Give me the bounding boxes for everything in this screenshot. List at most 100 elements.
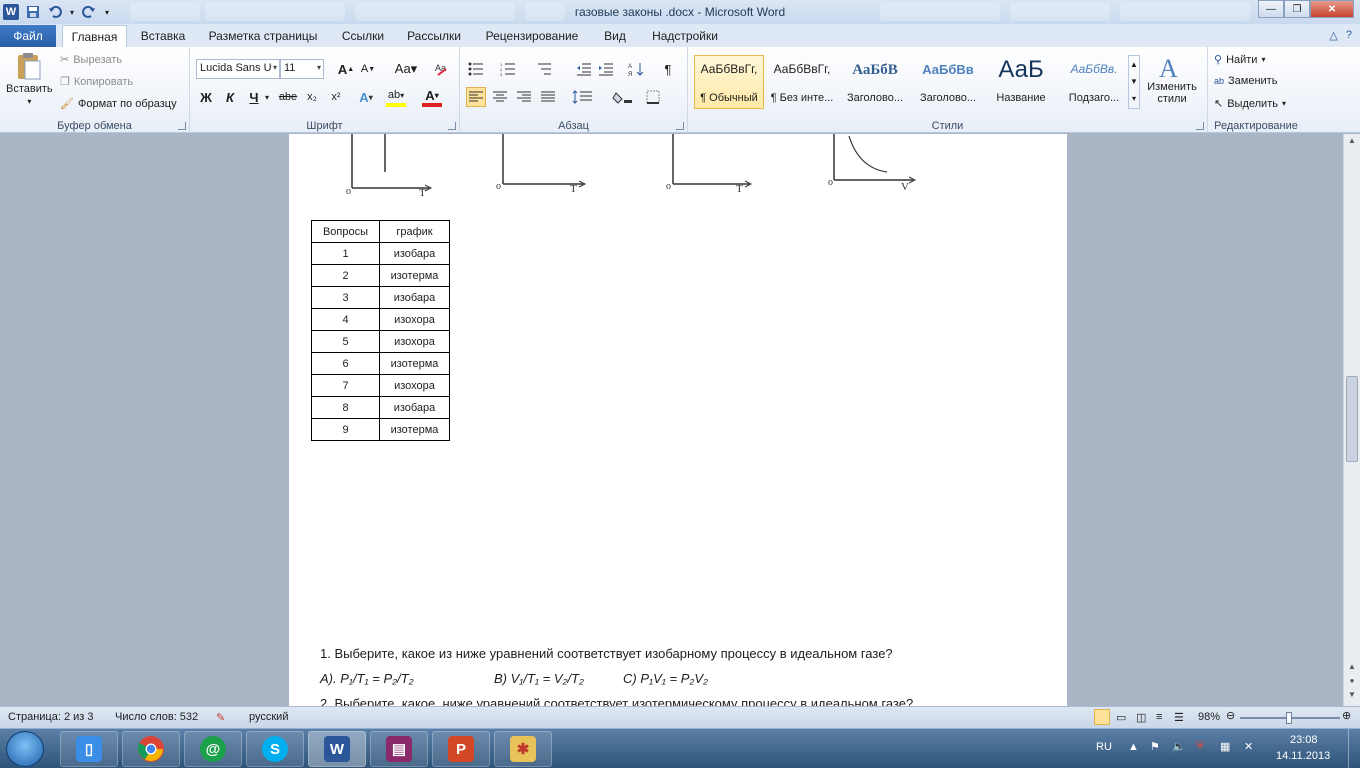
vertical-scrollbar[interactable]: ▲ ▲ ● ▼ <box>1343 134 1360 706</box>
taskbar-mail-agent[interactable]: @ <box>184 731 242 767</box>
table-cell[interactable]: 2 <box>311 264 380 287</box>
italic-button[interactable]: К <box>220 87 240 107</box>
style-heading-1[interactable]: АаБбВ Заголово... <box>840 55 910 109</box>
maximize-button[interactable]: ❐ <box>1284 0 1310 18</box>
scroll-down-icon[interactable]: ▼ <box>1344 690 1360 704</box>
taskbar-paint[interactable]: ✱ <box>494 731 552 767</box>
full-screen-reading-icon[interactable]: ▭ <box>1116 711 1126 724</box>
minimize-button[interactable]: — <box>1258 0 1284 18</box>
font-color-button[interactable]: A ▾ <box>422 87 442 107</box>
increase-indent-icon[interactable] <box>596 59 616 79</box>
table-cell[interactable]: 9 <box>311 418 380 441</box>
scroll-up-page-icon[interactable]: ▲ <box>1344 662 1360 676</box>
replace-button[interactable]: ab Заменить <box>1214 75 1277 87</box>
print-layout-view-icon[interactable] <box>1094 709 1110 725</box>
show-hidden-icons[interactable]: ▲ <box>1128 741 1139 753</box>
change-styles-button[interactable]: A Изменить стили <box>1144 53 1200 105</box>
shrink-font-button[interactable]: A ▼ <box>358 59 378 79</box>
start-button[interactable] <box>6 731 44 767</box>
font-launcher-icon[interactable] <box>448 122 456 130</box>
document-page[interactable]: o T o T o T o V Вопросы график 1 изобара… <box>289 134 1067 706</box>
taskbar-chrome[interactable] <box>122 731 180 767</box>
table-cell[interactable]: изобара <box>379 286 450 309</box>
web-layout-icon[interactable]: ◫ <box>1136 711 1146 724</box>
table-cell[interactable]: изохора <box>379 330 450 353</box>
help-icon[interactable]: ? <box>1346 29 1352 42</box>
zoom-level[interactable]: 98% <box>1198 711 1220 723</box>
action-center-icon[interactable]: ⚑ <box>1150 740 1160 753</box>
volume-icon[interactable]: 🔈 <box>1172 740 1186 753</box>
scrollbar-thumb[interactable] <box>1346 376 1358 462</box>
underline-button[interactable]: Ч <box>244 87 264 107</box>
table-cell[interactable]: 8 <box>311 396 380 419</box>
style-no-spacing[interactable]: АаБбВвГг, ¶ Без инте... <box>767 55 837 109</box>
minimize-ribbon-icon[interactable]: △ <box>1329 29 1337 42</box>
cut-button[interactable]: ✂ Вырезать <box>60 53 122 67</box>
table-cell[interactable]: изобара <box>379 396 450 419</box>
tab-insert[interactable]: Вставка <box>132 25 194 47</box>
table-cell[interactable]: 4 <box>311 308 380 331</box>
tab-mailings[interactable]: Рассылки <box>398 25 470 47</box>
justify-icon[interactable] <box>538 87 558 107</box>
close-button[interactable]: ✕ <box>1310 0 1354 18</box>
tab-review[interactable]: Рецензирование <box>476 25 588 47</box>
tab-references[interactable]: Ссылки <box>334 25 392 47</box>
network-disconnected-icon[interactable]: ✕ <box>1244 740 1253 753</box>
select-browse-object-icon[interactable]: ● <box>1344 676 1360 690</box>
style-normal[interactable]: АаБбВвГг, ¶ Обычный <box>694 55 764 109</box>
input-language[interactable]: RU <box>1096 741 1112 753</box>
line-spacing-icon[interactable] <box>570 87 596 107</box>
clear-formatting-icon[interactable]: Aa <box>432 59 452 79</box>
taskbar-winrar[interactable]: ▤ <box>370 731 428 767</box>
paragraph-launcher-icon[interactable] <box>676 122 684 130</box>
sort-icon[interactable]: AЯ <box>626 59 646 79</box>
tab-addins[interactable]: Надстройки <box>642 25 728 47</box>
table-cell[interactable]: изотерма <box>379 352 450 375</box>
text-effects-button[interactable]: A ▾ <box>356 87 376 107</box>
font-name-combo[interactable]: Lucida Sans U ▾ <box>196 59 280 79</box>
find-button[interactable]: ⚲ Найти ▾ <box>1214 53 1265 67</box>
taskbar-powerpoint[interactable]: P <box>432 731 490 767</box>
table-cell[interactable]: изотерма <box>379 264 450 287</box>
table-cell[interactable]: изотерма <box>379 418 450 441</box>
superscript-button[interactable]: x² <box>326 87 346 107</box>
paste-button[interactable]: Вставить ▾ <box>6 51 53 106</box>
clock-date[interactable]: 14.11.2013 <box>1276 750 1330 762</box>
select-button[interactable]: ↖ Выделить ▾ <box>1214 97 1286 111</box>
table-cell[interactable]: 7 <box>311 374 380 397</box>
table-cell[interactable]: 5 <box>311 330 380 353</box>
style-subtitle[interactable]: АаБбВв. Подзаго... <box>1059 55 1129 109</box>
table-cell[interactable]: 1 <box>311 242 380 265</box>
strikethrough-button[interactable]: abe <box>278 87 298 107</box>
subscript-button[interactable]: x₂ <box>302 87 322 107</box>
table-cell[interactable]: изобара <box>379 242 450 265</box>
table-header-cell[interactable]: график <box>379 220 450 243</box>
tab-view[interactable]: Вид <box>594 25 636 47</box>
taskbar-explorer[interactable]: ▯ <box>60 731 118 767</box>
align-right-icon[interactable] <box>514 87 534 107</box>
clipboard-launcher-icon[interactable] <box>178 122 186 130</box>
styles-launcher-icon[interactable] <box>1196 122 1204 130</box>
antivirus-icon[interactable]: ⛨ <box>1196 740 1204 753</box>
table-cell[interactable]: изохора <box>379 308 450 331</box>
show-desktop-button[interactable] <box>1348 729 1360 768</box>
word-count[interactable]: Число слов: 532 <box>115 711 198 723</box>
table-header-cell[interactable]: Вопросы <box>311 220 380 243</box>
decrease-indent-icon[interactable] <box>574 59 594 79</box>
taskbar-skype[interactable]: S <box>246 731 304 767</box>
align-center-icon[interactable] <box>490 87 510 107</box>
multilevel-list-icon[interactable] <box>534 59 554 79</box>
zoom-in-icon[interactable]: ⊕ <box>1342 709 1351 722</box>
taskbar-word[interactable]: W <box>308 731 366 767</box>
show-formatting-button[interactable]: ¶ <box>658 59 678 79</box>
format-painter-button[interactable]: 🖌 Формат по образцу <box>60 97 177 111</box>
underline-dropdown-icon[interactable]: ▾ <box>262 87 272 107</box>
tab-page-layout[interactable]: Разметка страницы <box>200 25 326 47</box>
styles-scroll[interactable]: ▲ ▼ ▾ <box>1128 55 1140 109</box>
language-indicator[interactable]: русский <box>249 711 288 723</box>
align-left-icon[interactable] <box>466 87 486 107</box>
borders-icon[interactable] <box>644 87 670 107</box>
scroll-up-icon[interactable]: ▲ <box>1344 136 1360 150</box>
network-icon[interactable]: ▦ <box>1220 740 1230 753</box>
outline-view-icon[interactable]: ≡ <box>1156 711 1162 723</box>
